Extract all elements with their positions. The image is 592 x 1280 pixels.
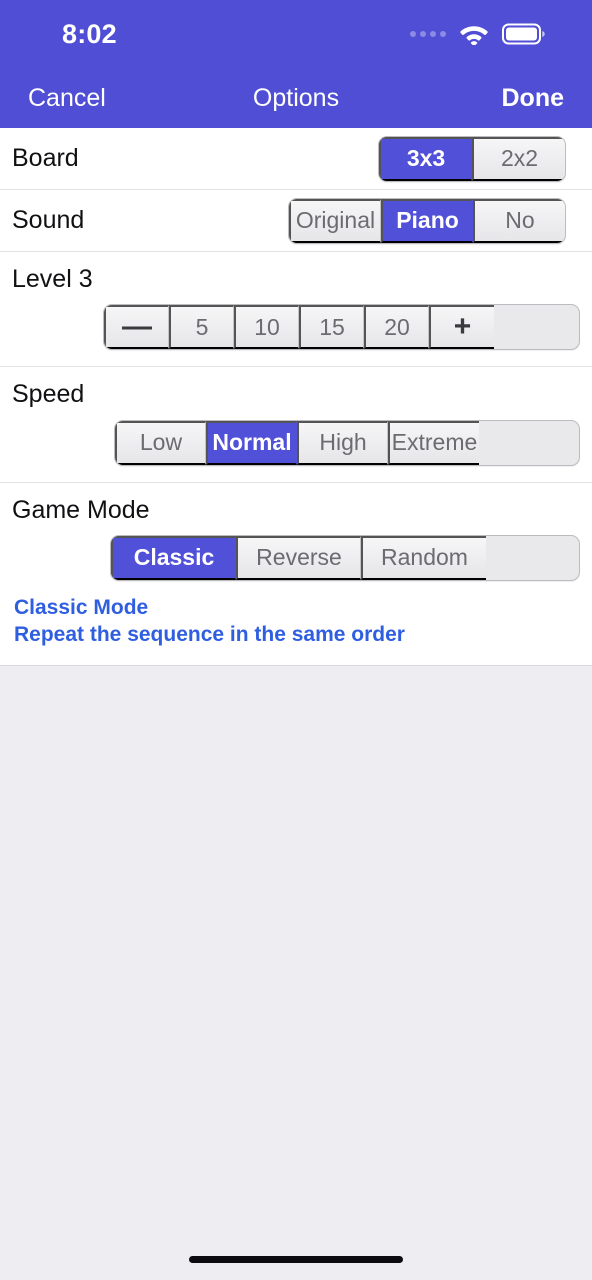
speed-option-normal[interactable]: Normal: [206, 420, 297, 465]
level-option-5[interactable]: 5: [169, 305, 234, 350]
row-level: Level 3 — 5 10 15 20 +: [0, 252, 592, 368]
nav-bar: Cancel Options Done: [0, 68, 592, 128]
row-speed: Speed Low Normal High Extreme: [0, 367, 592, 483]
level-option-10[interactable]: 10: [234, 305, 299, 350]
options-table: Board 3x3 2x2 Sound Original Piano No Le…: [0, 128, 592, 666]
row-label-level: Level 3: [12, 265, 93, 293]
status-indicators: [410, 23, 562, 45]
row-sound: Sound Original Piano No: [0, 190, 592, 252]
level-option-20[interactable]: 20: [364, 305, 429, 350]
battery-icon: [502, 23, 545, 45]
empty-content-area: [0, 665, 592, 1238]
sound-segmented-control[interactable]: Original Piano No: [288, 197, 566, 244]
game-mode-option-reverse[interactable]: Reverse: [236, 535, 361, 580]
sound-option-original[interactable]: Original: [289, 198, 381, 243]
row-game-mode: Game Mode Classic Reverse Random Classic…: [0, 482, 592, 665]
game-mode-hint-title: Classic Mode: [14, 595, 149, 619]
game-mode-segmented-control[interactable]: Classic Reverse Random: [110, 534, 580, 581]
speed-option-extreme[interactable]: Extreme: [388, 420, 479, 465]
sound-option-piano[interactable]: Piano: [381, 198, 473, 243]
done-button[interactable]: Done: [502, 85, 565, 111]
speed-option-low[interactable]: Low: [115, 420, 206, 465]
row-label-sound: Sound: [12, 205, 85, 234]
row-label-speed: Speed: [12, 380, 85, 409]
status-time: 8:02: [62, 18, 117, 49]
board-option-3x3[interactable]: 3x3: [379, 136, 472, 181]
home-indicator-area: [0, 1238, 592, 1280]
game-mode-hint-body: Repeat the sequence in the same order: [14, 622, 405, 646]
level-decrement-button[interactable]: —: [104, 305, 169, 350]
game-mode-option-classic[interactable]: Classic: [111, 535, 236, 580]
level-increment-button[interactable]: +: [429, 305, 494, 350]
level-option-15[interactable]: 15: [299, 305, 364, 350]
phone-screen: 8:02 Cancel Options Done Board 3x3 2x2 S…: [0, 0, 592, 1280]
game-mode-option-random[interactable]: Random: [361, 535, 486, 580]
level-stepper[interactable]: — 5 10 15 20 +: [103, 304, 580, 351]
sound-option-no[interactable]: No: [473, 198, 565, 243]
row-label-game-mode: Game Mode: [12, 495, 150, 524]
wifi-icon: [460, 26, 488, 45]
speed-option-high[interactable]: High: [297, 420, 388, 465]
signal-dots-icon: [410, 31, 446, 37]
row-board: Board 3x3 2x2: [0, 128, 592, 190]
board-segmented-control[interactable]: 3x3 2x2: [378, 135, 566, 182]
row-label-board: Board: [12, 143, 79, 172]
game-mode-hint: Classic Mode Repeat the sequence in the …: [12, 595, 580, 649]
speed-segmented-control[interactable]: Low Normal High Extreme: [114, 419, 580, 466]
board-option-2x2[interactable]: 2x2: [472, 136, 565, 181]
cancel-button[interactable]: Cancel: [28, 85, 106, 111]
home-indicator[interactable]: [189, 1255, 403, 1263]
status-bar: 8:02: [0, 0, 592, 68]
